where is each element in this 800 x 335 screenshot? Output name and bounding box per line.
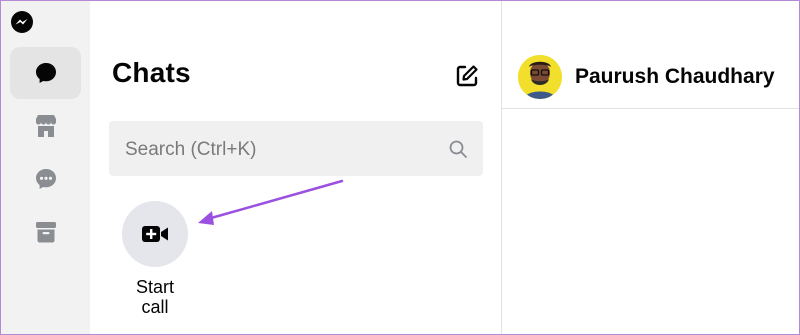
rail-item-marketplace[interactable] xyxy=(10,100,81,152)
start-call-label-line2: call xyxy=(141,297,169,317)
compose-icon[interactable] xyxy=(454,63,480,89)
messenger-logo-icon[interactable] xyxy=(10,10,34,34)
message-requests-icon xyxy=(35,169,56,189)
search-box xyxy=(109,121,483,178)
start-call-label: Start call xyxy=(110,277,200,317)
page-title: Chats xyxy=(112,57,191,88)
video-plus-icon xyxy=(142,226,168,242)
annotation-arrow xyxy=(198,179,344,225)
rail-item-requests[interactable] xyxy=(10,153,81,205)
contact-name[interactable]: Paurush Chaudhary xyxy=(575,65,775,89)
avatar-image xyxy=(518,55,562,99)
search-icon[interactable] xyxy=(448,139,468,159)
search-input[interactable] xyxy=(123,121,427,178)
conversation-header: Paurush Chaudhary xyxy=(502,1,799,109)
start-call-label-line1: Start xyxy=(135,277,174,297)
avatar[interactable] xyxy=(518,55,562,99)
chat-bubble-icon xyxy=(35,63,56,83)
left-rail xyxy=(1,1,90,334)
chats-panel: Chats Start call xyxy=(90,1,502,334)
archive-icon xyxy=(35,222,56,243)
start-call-button[interactable] xyxy=(122,201,188,267)
rail-item-archive[interactable] xyxy=(10,206,81,258)
rail-item-chats[interactable] xyxy=(10,47,81,99)
store-icon xyxy=(35,115,56,137)
